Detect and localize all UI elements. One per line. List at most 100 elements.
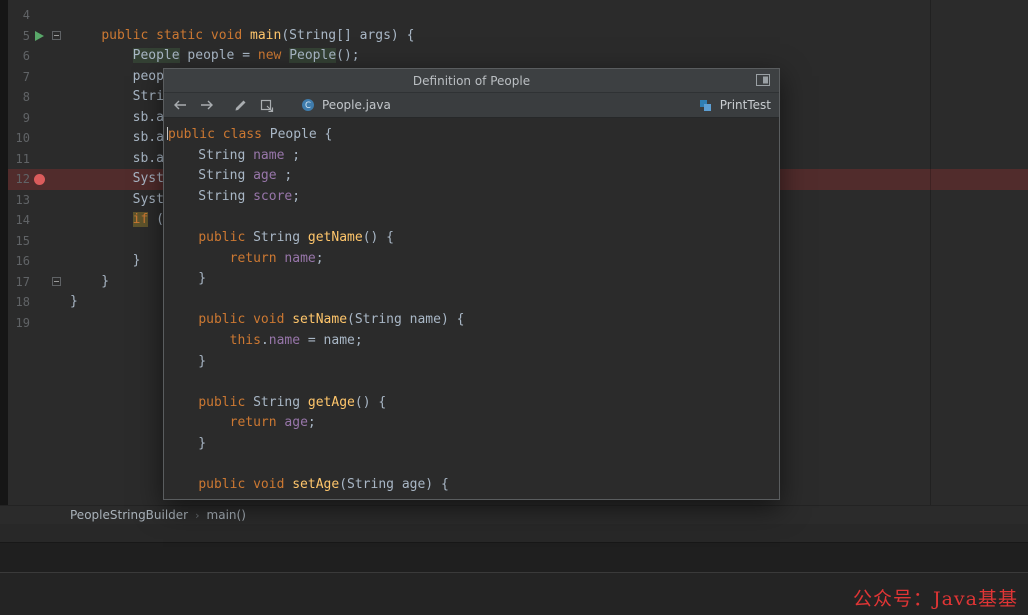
code-token [167, 333, 230, 348]
line-number[interactable]: 5 [8, 26, 30, 47]
breadcrumb-item-method[interactable]: main() [207, 508, 246, 522]
code-token: People [289, 48, 336, 63]
breadcrumb-separator-icon: › [195, 509, 199, 522]
fold-marker-slot [48, 67, 64, 88]
popup-code-line[interactable]: this.age = age; [167, 496, 779, 499]
gutter-icon-slot[interactable] [30, 169, 48, 190]
popup-code-view[interactable]: public class People { String name ; Stri… [164, 118, 779, 499]
popup-code-line[interactable]: } [167, 434, 779, 455]
line-number[interactable]: 9 [8, 108, 30, 129]
gutter-icon-slot [30, 292, 48, 313]
edit-source-icon[interactable] [232, 97, 248, 113]
code-token: People { [262, 127, 332, 142]
line-number[interactable]: 7 [8, 67, 30, 88]
view-source-icon[interactable] [259, 97, 275, 113]
popup-code-line[interactable]: String age ; [167, 166, 779, 187]
line-number[interactable]: 4 [8, 5, 30, 26]
popup-code-line[interactable]: this.name = name; [167, 331, 779, 352]
line-number[interactable]: 17 [8, 272, 30, 293]
line-number[interactable]: 14 [8, 210, 30, 231]
line-number[interactable]: 6 [8, 46, 30, 67]
code-token: age [269, 498, 292, 499]
popup-code-line[interactable]: return name; [167, 249, 779, 270]
line-number[interactable]: 18 [8, 292, 30, 313]
breakpoint-icon[interactable] [34, 174, 45, 185]
popup-code-line[interactable]: public String getName() { [167, 228, 779, 249]
line-number[interactable]: 10 [8, 128, 30, 149]
code-token: } [70, 253, 140, 268]
code-text: Syste [64, 169, 172, 190]
code-token: } [167, 354, 206, 369]
editor-line-5[interactable]: 5 public static void main(String[] args)… [8, 26, 1028, 47]
popup-code-line[interactable] [167, 372, 779, 393]
code-token: = age; [292, 498, 347, 499]
gutter-icon-slot [30, 210, 48, 231]
gutter-icon-slot [30, 108, 48, 129]
gutter-icon-slot [30, 231, 48, 252]
editor-line-6[interactable]: 6 People people = new People(); [8, 46, 1028, 67]
popup-code-line[interactable]: public String getAge() { [167, 393, 779, 414]
back-arrow-icon[interactable] [172, 97, 188, 113]
fold-marker-slot [48, 46, 64, 67]
breadcrumb-item-class[interactable]: PeopleStringBuilder [70, 508, 188, 522]
line-number[interactable]: 15 [8, 231, 30, 252]
module-icon [698, 97, 714, 113]
code-token: age [253, 168, 276, 183]
fold-marker-slot [48, 231, 64, 252]
code-token: peopl [70, 69, 172, 84]
code-token: return [230, 251, 277, 266]
popup-code-line[interactable] [167, 455, 779, 476]
line-number[interactable]: 11 [8, 149, 30, 170]
run-arrow-icon[interactable] [35, 31, 44, 41]
line-number[interactable]: 16 [8, 251, 30, 272]
line-number[interactable]: 13 [8, 190, 30, 211]
code-token [70, 212, 133, 227]
code-token: age [284, 415, 307, 430]
popup-file-tab[interactable]: C People.java [300, 97, 391, 113]
popup-code-line[interactable]: public class People { [167, 125, 779, 146]
editor-line-4[interactable]: 4 [8, 5, 1028, 26]
line-number[interactable]: 12 [8, 169, 30, 190]
popup-code-line[interactable]: } [167, 269, 779, 290]
code-text: } [64, 272, 109, 293]
line-number[interactable]: 19 [8, 313, 30, 334]
class-icon: C [300, 97, 316, 113]
popup-code-line[interactable]: public void setAge(String age) { [167, 475, 779, 496]
fold-marker-slot[interactable] [48, 272, 64, 293]
code-token: = name; [300, 333, 363, 348]
code-token: () { [355, 395, 386, 410]
code-token: public void [198, 477, 284, 492]
code-token: String [245, 230, 308, 245]
fold-marker-slot[interactable] [48, 26, 64, 47]
code-text: if ( [64, 210, 164, 231]
fold-icon[interactable] [52, 31, 61, 40]
gutter-icon-slot [30, 128, 48, 149]
popup-code-line[interactable]: return age; [167, 413, 779, 434]
popup-code-line[interactable] [167, 290, 779, 311]
code-token: public [198, 395, 245, 410]
fold-icon[interactable] [52, 277, 61, 286]
popup-title-bar[interactable]: Definition of People [164, 69, 779, 92]
popup-code-line[interactable]: String score; [167, 187, 779, 208]
watermark-text: 公众号：Java基基 [853, 584, 1018, 611]
open-as-tool-window-icon[interactable] [756, 74, 770, 86]
gutter-icon-slot [30, 149, 48, 170]
code-token: ; [308, 415, 316, 430]
code-token: ; [292, 189, 300, 204]
line-number[interactable]: 8 [8, 87, 30, 108]
code-token: getAge [308, 395, 355, 410]
gutter-icon-slot[interactable] [30, 26, 48, 47]
popup-code-line[interactable]: String name ; [167, 146, 779, 167]
popup-module-label[interactable]: PrintTest [698, 97, 771, 113]
code-token: sb.ap [70, 130, 172, 145]
svg-text:C: C [305, 101, 311, 111]
forward-arrow-icon[interactable] [199, 97, 215, 113]
code-text: sb.ap [64, 128, 172, 149]
popup-code-line[interactable]: } [167, 352, 779, 373]
quick-definition-popup[interactable]: Definition of People [163, 68, 780, 500]
popup-code-line[interactable] [167, 207, 779, 228]
popup-code-line[interactable]: public void setName(String name) { [167, 310, 779, 331]
gutter-icon-slot [30, 251, 48, 272]
code-token: Syste [70, 192, 172, 207]
code-token: this [230, 333, 261, 348]
